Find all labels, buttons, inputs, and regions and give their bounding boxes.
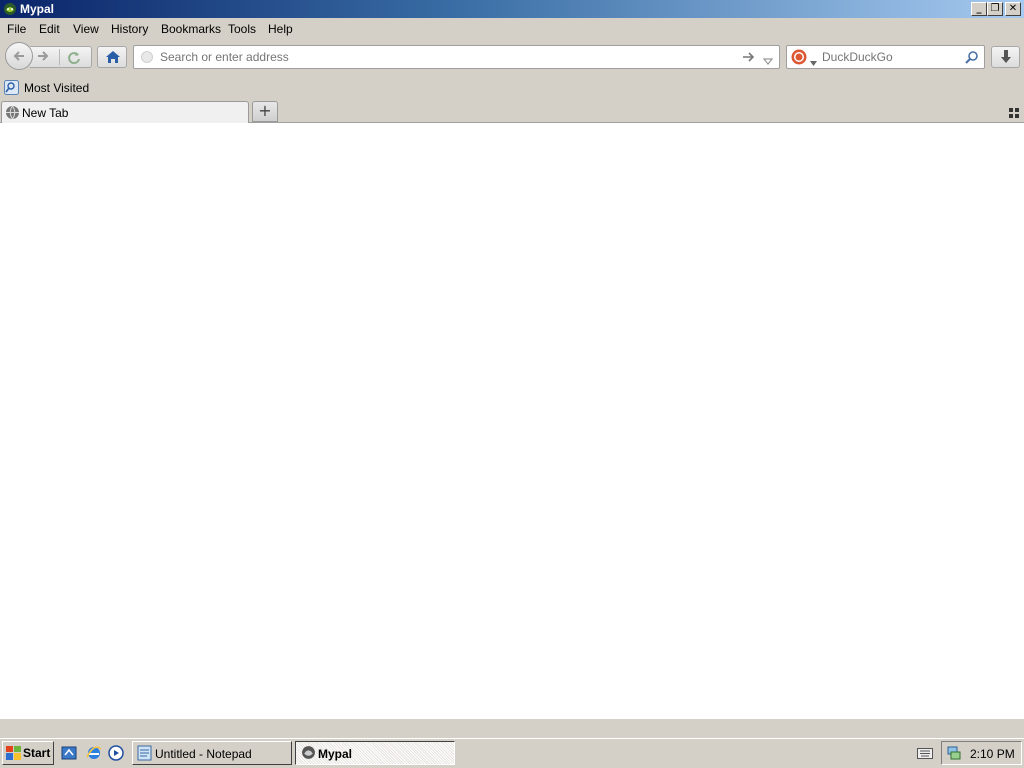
forward-arrow-icon: [36, 49, 50, 66]
back-arrow-icon: [12, 49, 26, 66]
taskbar-item-label: Untitled - Notepad: [155, 747, 252, 761]
engine-dropdown-icon[interactable]: [810, 55, 817, 69]
network-icon[interactable]: [946, 745, 962, 764]
bookmarks-toolbar: Most Visited: [0, 78, 1024, 98]
downloads-button[interactable]: [991, 46, 1020, 68]
status-bar: [0, 718, 1024, 738]
search-input[interactable]: [822, 50, 962, 64]
back-button[interactable]: [5, 42, 33, 70]
url-input[interactable]: [160, 50, 730, 64]
go-arrow-icon[interactable]: [742, 51, 756, 66]
minimize-button[interactable]: _: [971, 2, 987, 16]
keyboard-icon[interactable]: [917, 747, 933, 762]
bookmark-folder-icon: [4, 80, 19, 98]
download-icon: [999, 49, 1013, 68]
restore-button[interactable]: ❐: [987, 2, 1003, 16]
menu-history[interactable]: History: [111, 22, 148, 36]
quicklaunch-ie-icon[interactable]: [86, 745, 102, 764]
menu-bar: File Edit View History Bookmarks Tools H…: [0, 18, 1024, 40]
tab-globe-icon: [5, 105, 20, 123]
start-button[interactable]: Start: [2, 741, 54, 765]
tab-new-tab[interactable]: New Tab: [1, 101, 249, 124]
taskbar-item-label: Mypal: [318, 747, 353, 761]
start-label: Start: [23, 746, 51, 760]
dropdown-arrow-icon[interactable]: [762, 54, 774, 68]
url-bar[interactable]: [133, 45, 780, 69]
home-icon: [105, 49, 121, 68]
clock[interactable]: 2:10 PM: [970, 747, 1015, 761]
mypal-logo-icon: [3, 2, 17, 16]
bookmark-label: Most Visited: [24, 81, 90, 95]
home-button[interactable]: [97, 46, 127, 68]
search-bar[interactable]: [786, 45, 985, 69]
system-tray: 2:10 PM: [941, 741, 1022, 765]
menu-edit[interactable]: Edit: [39, 22, 60, 36]
tab-list-icon[interactable]: [1009, 107, 1019, 121]
close-button[interactable]: ✕: [1005, 2, 1021, 16]
duckduckgo-icon[interactable]: [791, 49, 807, 68]
menu-file[interactable]: File: [7, 22, 26, 36]
tab-label: New Tab: [22, 106, 69, 120]
globe-icon: [141, 51, 153, 63]
menu-view[interactable]: View: [73, 22, 99, 36]
taskbar-item-notepad[interactable]: Untitled - Notepad: [132, 741, 292, 765]
mypal-taskbar-icon: [301, 745, 316, 763]
window-title: Mypal: [20, 2, 55, 16]
page-content[interactable]: [0, 123, 1024, 718]
reload-icon[interactable]: [66, 49, 82, 68]
quicklaunch-media-player-icon[interactable]: [108, 745, 124, 764]
menu-help[interactable]: Help: [268, 22, 293, 36]
divider: [59, 49, 60, 65]
windows-logo-icon: [6, 746, 21, 763]
menu-tools[interactable]: Tools: [228, 22, 256, 36]
title-bar[interactable]: Mypal _ ❐ ✕: [0, 0, 1024, 18]
quicklaunch-desktop-icon[interactable]: [61, 745, 77, 764]
search-icon[interactable]: [965, 50, 979, 67]
forward-button[interactable]: [30, 46, 92, 68]
menu-bookmarks[interactable]: Bookmarks: [161, 22, 221, 36]
new-tab-button[interactable]: +: [252, 101, 278, 122]
notepad-icon: [137, 745, 152, 764]
taskbar-item-mypal[interactable]: Mypal: [295, 741, 455, 765]
